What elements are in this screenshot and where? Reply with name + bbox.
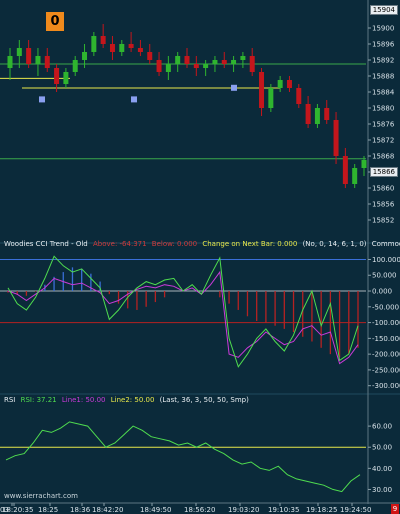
bar-counter-marker: 0 — [46, 12, 64, 31]
candle-body — [342, 156, 348, 184]
top-price-label: 15904 — [369, 5, 398, 15]
candle-body — [7, 56, 13, 68]
candle-body — [221, 60, 227, 64]
rsi-value-label: RSI: 37.21 — [20, 396, 57, 404]
candle-body — [268, 88, 274, 108]
candle-body — [296, 88, 302, 104]
candle-body — [44, 56, 50, 68]
cci-turbo-line — [7, 270, 359, 365]
time-tick-label: 19:03:20 — [228, 506, 259, 514]
time-tick-label: 18:20:35 — [2, 506, 33, 514]
watermark: www.sierrachart.com — [4, 492, 78, 500]
rsi-line2-label: Line2: 50.00 — [110, 396, 155, 404]
candle-body — [165, 64, 171, 72]
candle-body — [100, 36, 106, 44]
candle-body — [249, 56, 255, 72]
cci-tick-label: -250.000 — [372, 366, 400, 374]
cci-params-label: (No, 0, 14, 6, 1, 0) — [302, 240, 367, 248]
rsi-header: RSI RSI: 37.21 Line1: 50.00 Line2: 50.00… — [4, 396, 249, 404]
candle-body — [26, 48, 32, 64]
cci-main-line — [7, 255, 359, 368]
cci-tick-label: -200.000 — [372, 351, 400, 359]
cci-tick-label: 0.000 — [372, 288, 392, 296]
candle-body — [286, 80, 292, 88]
cci-tick-label: 50.000 — [372, 272, 397, 280]
price-tick-label: 15896 — [372, 41, 395, 49]
candle-body — [361, 160, 367, 168]
rsi-tick-label: 30.00 — [372, 486, 392, 494]
rsi-tick-label: 50.00 — [372, 444, 392, 452]
cci-tick-label: -150.000 — [372, 335, 400, 343]
candle-body — [333, 120, 339, 156]
last-price-label: 15866 — [369, 167, 398, 177]
price-tick-label: 15888 — [372, 73, 394, 81]
price-tick-label: 15868 — [372, 153, 394, 161]
price-tick-label: 15852 — [372, 217, 394, 225]
price-tick-label: 15872 — [372, 137, 394, 145]
candle-body — [128, 44, 134, 48]
rsi-line1-label: Line1: 50.00 — [61, 396, 106, 404]
candle-body — [203, 64, 209, 68]
price-tick-label: 15856 — [372, 201, 395, 209]
price-tick-label: 15880 — [372, 105, 394, 113]
cci-tick-label: 100.000 — [372, 256, 400, 264]
candle-body — [184, 56, 190, 64]
time-tick-label: 18:36 — [70, 506, 91, 514]
cci-extra-label: Commod — [371, 240, 400, 248]
cci-below-label: Below: 0.000 — [151, 240, 198, 248]
time-tick-label: 19:10:35 — [268, 506, 299, 514]
time-tick-label: 18:25 — [38, 506, 58, 514]
price-tick-label: 15892 — [372, 57, 394, 65]
candle-body — [212, 60, 218, 64]
candle-body — [82, 52, 88, 60]
time-tick-label: 18:49:50 — [140, 506, 171, 514]
rsi-title: RSI — [4, 396, 16, 404]
candle-body — [314, 108, 320, 124]
time-tick-label: 18:56:20 — [184, 506, 215, 514]
candle-body — [119, 44, 125, 52]
corner-badge: 9 — [391, 504, 399, 514]
candle-body — [63, 72, 69, 84]
candle-body — [240, 56, 246, 60]
cci-change-label: Change on Next Bar: 0.000 — [202, 240, 298, 248]
candle-body — [259, 72, 265, 108]
candle-body — [54, 68, 60, 84]
candle-body — [231, 60, 237, 64]
rsi-tick-label: 60.00 — [372, 423, 392, 431]
candle-body — [72, 60, 78, 72]
rsi-params-label: (Last, 36, 3, 50, 50, Smp) — [159, 396, 249, 404]
price-tick-label: 15900 — [372, 25, 394, 33]
candle-body — [156, 60, 162, 72]
price-tick-label: 15884 — [372, 89, 395, 97]
candle-body — [352, 168, 358, 184]
signal-square-marker — [39, 96, 45, 103]
rsi-line — [5, 421, 361, 493]
candle-body — [277, 80, 283, 88]
candle-body — [305, 104, 311, 124]
chart-canvas: 15900 15896 15892 15888 15884 15880 15876 15872… — [0, 0, 400, 514]
time-tick-label: 18:42:20 — [92, 506, 123, 514]
cci-above-label: Above: -64.371 — [92, 240, 147, 248]
candle-body — [35, 56, 41, 64]
candle-body — [175, 56, 181, 64]
cci-tick-label: -50.000 — [372, 303, 399, 311]
time-tick-label: 19:18:25 — [306, 506, 337, 514]
candle-body — [91, 36, 97, 52]
cci-header: Woodies CCI Trend - Old Above: -64.371 B… — [4, 240, 400, 248]
candle-body — [109, 44, 115, 52]
price-tick-label: 15876 — [372, 121, 395, 129]
candle-body — [137, 48, 143, 52]
cci-tick-label: -300.000 — [372, 382, 400, 390]
cci-title: Woodies CCI Trend - Old — [4, 240, 88, 248]
candle-body — [324, 108, 330, 120]
cci-tick-label: -100.000 — [372, 319, 400, 327]
candle-body — [147, 52, 153, 60]
signal-square-marker — [131, 96, 137, 103]
price-tick-label: 15860 — [372, 185, 394, 193]
time-tick-label: 19:24:50 — [340, 506, 371, 514]
rsi-tick-label: 40.00 — [372, 465, 392, 473]
candle-body — [16, 48, 22, 56]
candle-body — [193, 64, 199, 68]
signal-square-marker — [231, 84, 237, 91]
